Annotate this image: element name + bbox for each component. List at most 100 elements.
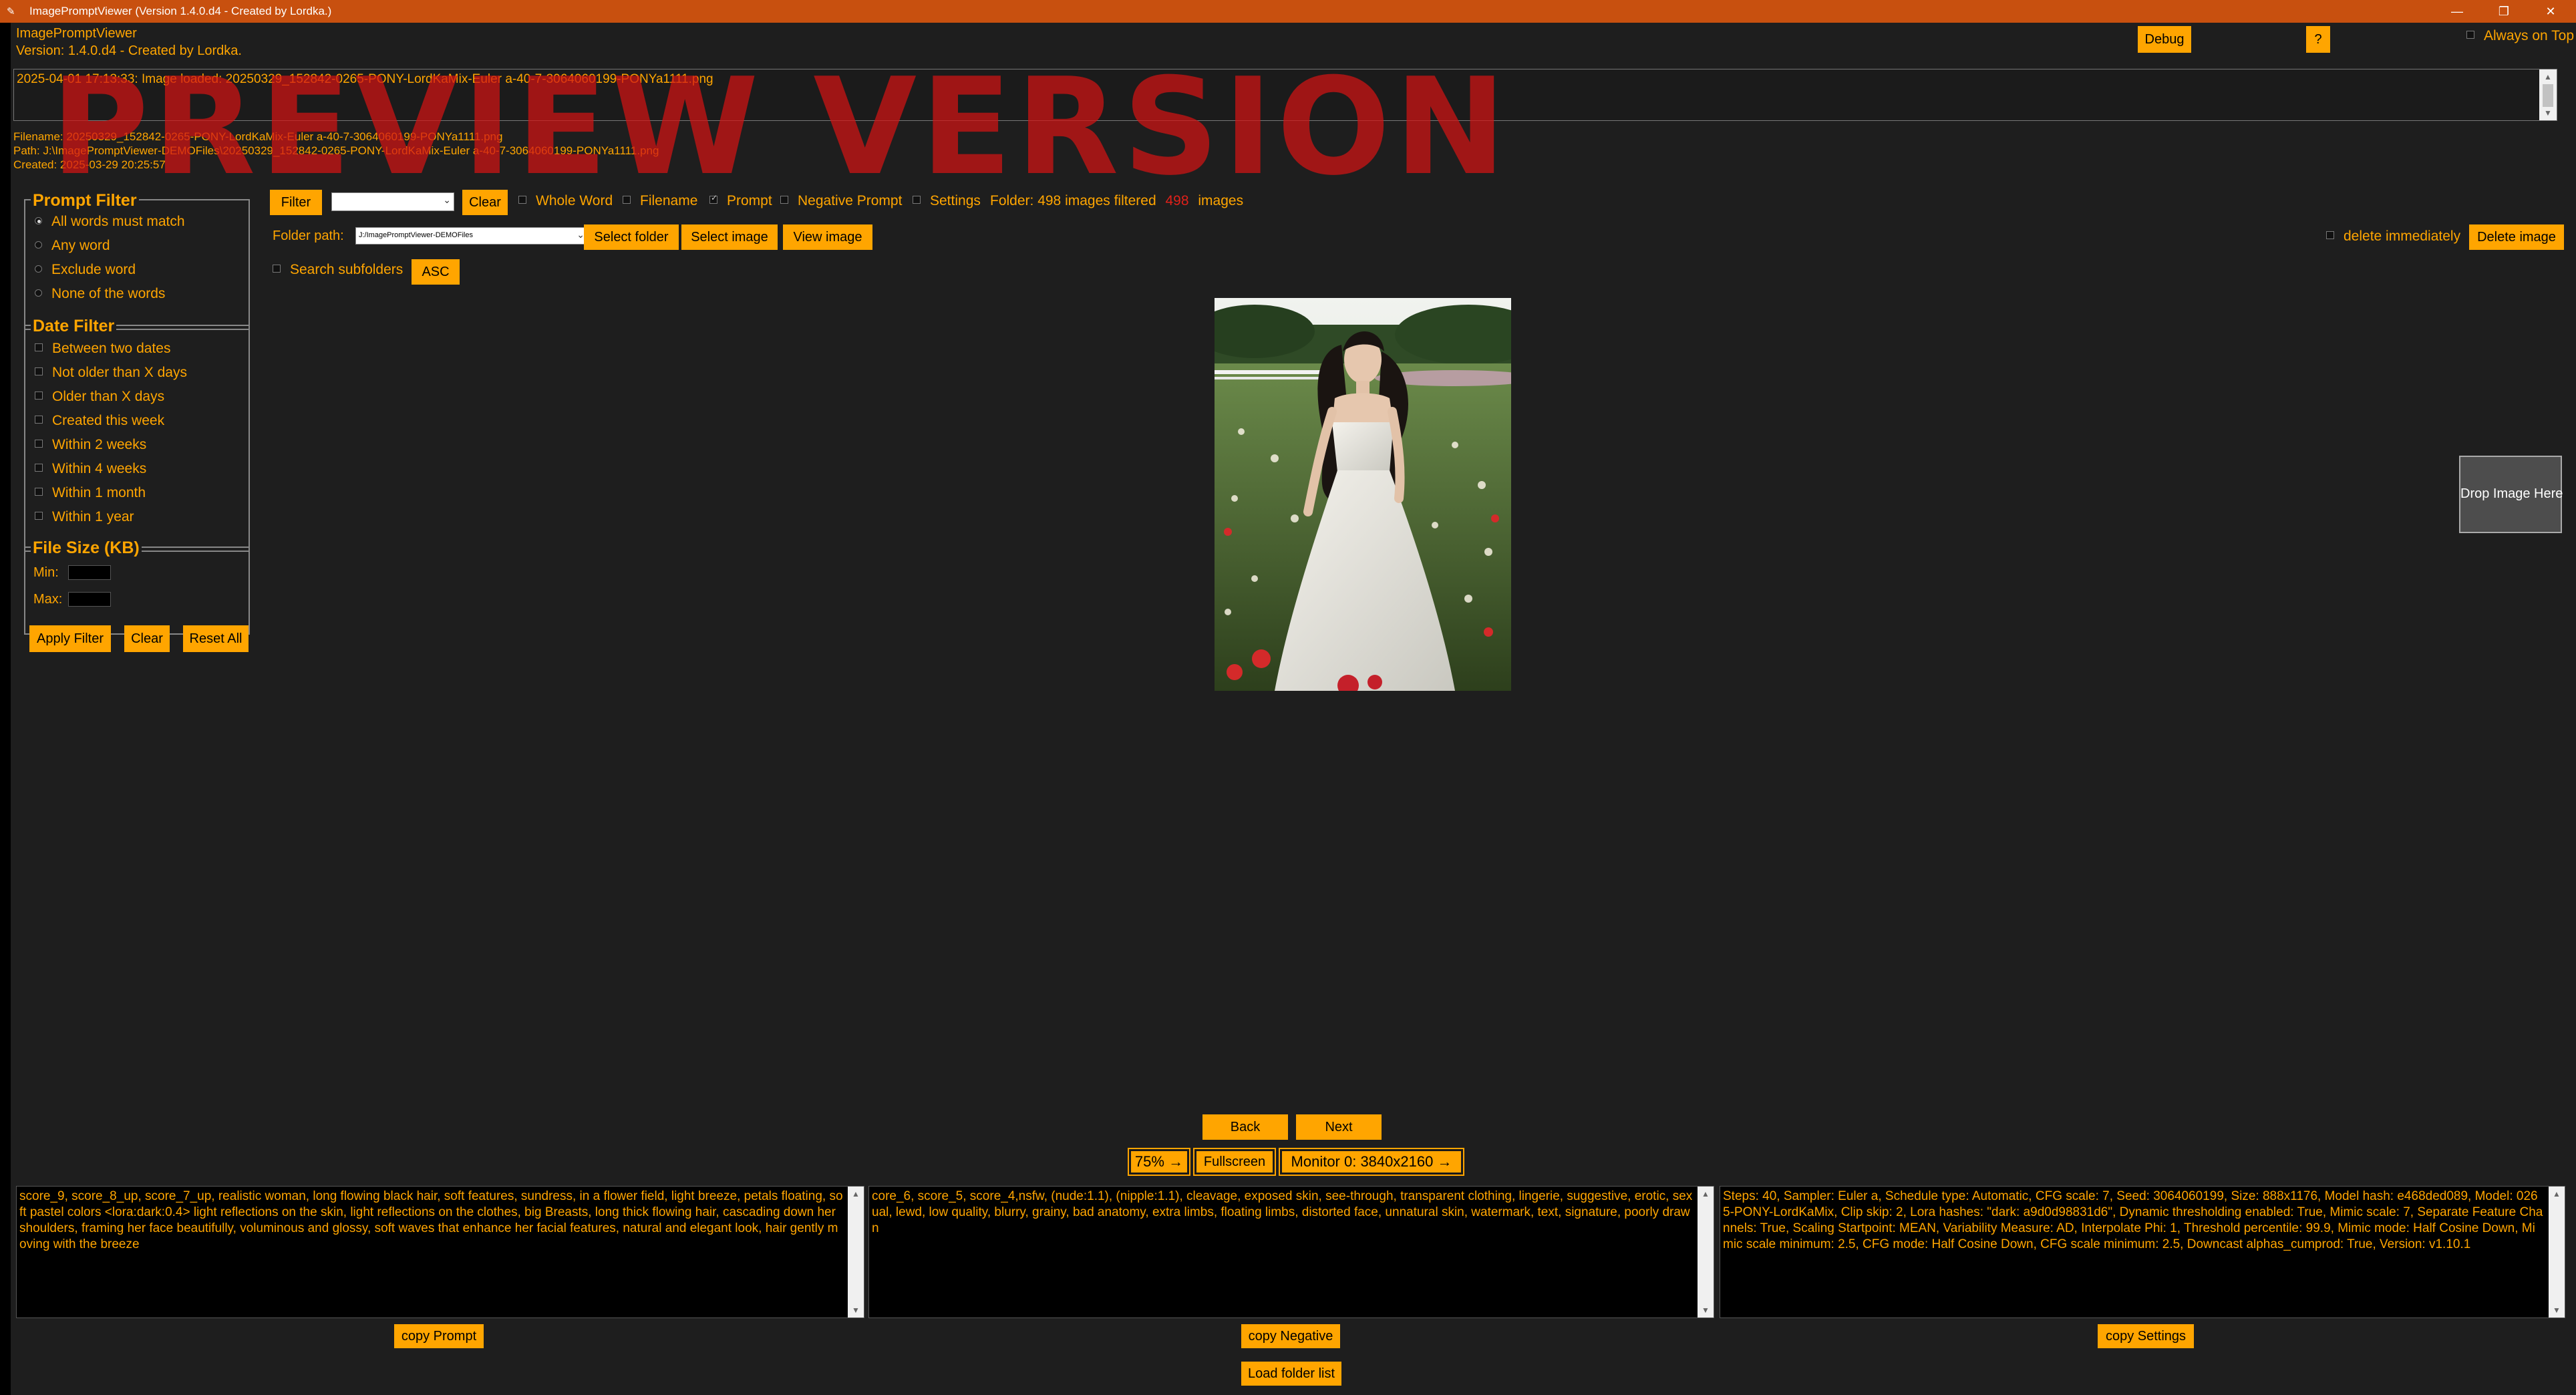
zoom-level-button[interactable]: 75% → — [1128, 1148, 1190, 1176]
scroll-down-icon[interactable]: ▼ — [2549, 1303, 2565, 1318]
close-icon[interactable]: ✕ — [2531, 1, 2571, 21]
filter-input[interactable]: ⌄ — [331, 192, 454, 211]
date-filter-not-older[interactable]: Not older than X days — [35, 365, 187, 381]
scroll-up-icon[interactable]: ▲ — [1698, 1187, 1714, 1201]
settings-text-panel[interactable]: Steps: 40, Sampler: Euler a, Schedule ty… — [1720, 1186, 2565, 1318]
checkbox-box[interactable] — [913, 196, 921, 204]
prompt-filter-option-none[interactable]: None of the words — [35, 286, 165, 302]
checkbox-box[interactable] — [35, 464, 43, 472]
clear-filter-button[interactable]: Clear — [124, 625, 170, 652]
whole-word-label: Whole Word — [536, 193, 613, 208]
sort-order-button[interactable]: ASC — [412, 259, 460, 285]
search-subfolders-checkbox[interactable]: Search subfolders — [273, 262, 403, 278]
date-filter-1-year[interactable]: Within 1 year — [35, 509, 134, 525]
prompt-filter-option-any[interactable]: Any word — [35, 238, 110, 254]
view-image-button[interactable]: View image — [783, 224, 872, 250]
fullscreen-button[interactable]: Fullscreen — [1193, 1148, 1276, 1176]
minimize-icon[interactable]: — — [2437, 1, 2477, 21]
chevron-down-icon[interactable]: ⌄ — [443, 194, 451, 206]
filename-checkbox[interactable]: Filename — [623, 193, 697, 209]
checkbox-box[interactable] — [2466, 31, 2474, 39]
checkbox-box[interactable] — [623, 196, 631, 204]
debug-button[interactable]: Debug — [2138, 26, 2191, 53]
negative-text[interactable]: core_6, score_5, score_4,nsfw, (nude:1.1… — [872, 1189, 1694, 1237]
copy-settings-button[interactable]: copy Settings — [2098, 1324, 2194, 1348]
clear-search-button[interactable]: Clear — [462, 190, 508, 215]
radio-icon[interactable] — [35, 265, 42, 273]
radio-icon[interactable] — [35, 216, 42, 224]
file-size-title: File Size (KB) — [31, 538, 142, 558]
next-button[interactable]: Next — [1296, 1114, 1382, 1140]
filter-button[interactable]: Filter — [270, 190, 322, 215]
date-filter-older[interactable]: Older than X days — [35, 389, 164, 405]
image-preview[interactable] — [1215, 298, 1511, 691]
prompt-text-panel[interactable]: score_9, score_8_up, score_7_up, realist… — [16, 1186, 864, 1318]
negative-text-panel[interactable]: core_6, score_5, score_4,nsfw, (nude:1.1… — [868, 1186, 1714, 1318]
checkbox-box[interactable] — [709, 193, 717, 204]
restore-icon[interactable]: ❐ — [2484, 1, 2524, 21]
folder-path-value: J:/ImagePromptViewer-DEMOFiles — [359, 231, 473, 239]
select-folder-button[interactable]: Select folder — [584, 224, 679, 250]
scroll-down-icon[interactable]: ▼ — [2539, 106, 2557, 120]
prompt-scrollbar[interactable]: ▲ ▼ — [848, 1187, 864, 1318]
checkbox-box[interactable] — [35, 392, 43, 400]
select-image-button[interactable]: Select image — [681, 224, 778, 250]
copy-negative-button[interactable]: copy Negative — [1241, 1324, 1340, 1348]
folder-path-input[interactable]: J:/ImagePromptViewer-DEMOFiles ⌄ — [355, 227, 588, 245]
title-bar[interactable]: ✎ ImagePromptViewer (Version 1.4.0.d4 - … — [0, 0, 2576, 23]
copy-prompt-button[interactable]: copy Prompt — [394, 1324, 484, 1348]
settings-scrollbar[interactable]: ▲ ▼ — [2549, 1187, 2565, 1318]
scroll-down-icon[interactable]: ▼ — [848, 1303, 864, 1318]
option-label: Older than X days — [52, 389, 165, 404]
settings-text[interactable]: Steps: 40, Sampler: Euler a, Schedule ty… — [1723, 1189, 2545, 1253]
max-size-input[interactable] — [68, 592, 111, 607]
reset-all-button[interactable]: Reset All — [183, 625, 249, 652]
date-filter-4-weeks[interactable]: Within 4 weeks — [35, 461, 146, 477]
option-label: All words must match — [51, 214, 185, 229]
checkbox-box[interactable] — [35, 367, 43, 376]
scroll-down-icon[interactable]: ▼ — [1698, 1303, 1714, 1318]
log-scrollbar[interactable]: ▲ ▼ — [2539, 69, 2557, 120]
always-on-top-checkbox[interactable]: Always on Top — [2466, 28, 2574, 44]
radio-icon[interactable] — [35, 289, 42, 297]
arrow-right-icon: → — [1437, 1153, 1452, 1170]
monitor-select-button[interactable]: Monitor 0: 3840x2160 → — [1279, 1148, 1464, 1176]
checkbox-box[interactable] — [35, 416, 43, 424]
min-size-input[interactable] — [68, 565, 111, 580]
delete-image-button[interactable]: Delete image — [2469, 224, 2564, 250]
date-filter-2-weeks[interactable]: Within 2 weeks — [35, 437, 146, 453]
scroll-up-icon[interactable]: ▲ — [848, 1187, 864, 1201]
drop-image-zone[interactable]: Drop Image Here — [2459, 456, 2563, 533]
scroll-thumb[interactable] — [2543, 84, 2553, 107]
checkbox-box[interactable] — [35, 488, 43, 496]
checkbox-box[interactable] — [35, 343, 43, 352]
negative-prompt-checkbox[interactable]: Negative Prompt — [780, 193, 902, 209]
checkbox-box[interactable] — [518, 196, 526, 204]
whole-word-checkbox[interactable]: Whole Word — [518, 193, 613, 209]
delete-immediately-checkbox[interactable]: delete immediately — [2326, 228, 2460, 245]
negative-scrollbar[interactable]: ▲ ▼ — [1698, 1187, 1714, 1318]
prompt-filter-option-exclude[interactable]: Exclude word — [35, 262, 136, 278]
prompt-checkbox[interactable]: Prompt — [709, 193, 772, 209]
radio-icon[interactable] — [35, 241, 42, 249]
checkbox-box[interactable] — [35, 512, 43, 520]
prompt-filter-option-all[interactable]: All words must match — [35, 214, 185, 230]
date-filter-between[interactable]: Between two dates — [35, 341, 170, 357]
checkbox-box[interactable] — [2326, 231, 2334, 240]
option-label: Created this week — [52, 413, 165, 428]
prompt-text[interactable]: score_9, score_8_up, score_7_up, realist… — [19, 1189, 844, 1253]
window-title: ImagePromptViewer (Version 1.4.0.d4 - Cr… — [29, 5, 332, 17]
checkbox-box[interactable] — [273, 265, 281, 273]
help-button[interactable]: ? — [2306, 26, 2330, 53]
scroll-up-icon[interactable]: ▲ — [2549, 1187, 2565, 1201]
date-filter-this-week[interactable]: Created this week — [35, 413, 164, 429]
load-folder-list-button[interactable]: Load folder list — [1241, 1362, 1341, 1386]
checkbox-box[interactable] — [35, 440, 43, 448]
back-button[interactable]: Back — [1202, 1114, 1288, 1140]
apply-filter-button[interactable]: Apply Filter — [29, 625, 111, 652]
settings-checkbox[interactable]: Settings — [913, 193, 981, 209]
checkbox-box[interactable] — [780, 196, 788, 204]
scroll-up-icon[interactable]: ▲ — [2539, 69, 2557, 84]
app-name: ImagePromptViewer — [16, 26, 137, 41]
date-filter-1-month[interactable]: Within 1 month — [35, 485, 146, 501]
